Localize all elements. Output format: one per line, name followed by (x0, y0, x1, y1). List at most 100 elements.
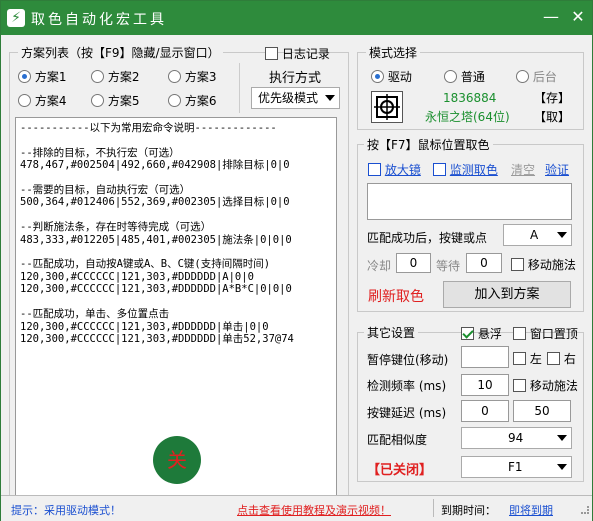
scheme-radio-1[interactable]: 方案1 (18, 68, 66, 85)
scheme-label: 方案2 (107, 70, 140, 84)
divider (239, 63, 240, 113)
radio-icon[interactable] (18, 70, 31, 83)
float-label: 悬浮 (477, 327, 502, 341)
scheme-label: 方案1 (34, 70, 67, 84)
radio-icon[interactable] (168, 70, 181, 83)
pause-right-checkbox[interactable]: 右 (547, 350, 576, 367)
pin-window-box[interactable] (513, 327, 526, 340)
pin-window-label: 窗口置顶 (529, 327, 578, 341)
hotkey-value: F1 (508, 460, 523, 474)
close-button[interactable]: ✕ (568, 7, 588, 27)
mode-label: 驱动 (387, 70, 412, 84)
exec-mode-label: 执行方式 (269, 71, 322, 86)
status-divider (433, 499, 434, 517)
macro-editor-text[interactable]: -----------以下为常用宏命令说明------------- --排除的… (16, 118, 336, 349)
add-to-scheme-button[interactable]: 加入到方案 (443, 281, 571, 308)
tutorial-link[interactable]: 点击查看使用教程及演示视频！ (237, 502, 391, 518)
similarity-value: 94 (508, 431, 524, 445)
process-name: 永恒之塔(64位) (425, 110, 510, 124)
status-hint: 提示：采用驱动模式！ (11, 504, 121, 517)
float-checkbox-box[interactable] (461, 327, 474, 340)
pause-key-input[interactable] (461, 346, 509, 368)
radio-icon[interactable] (168, 94, 181, 107)
chevron-down-icon (557, 464, 567, 470)
verify-link[interactable]: 验证 (545, 161, 569, 178)
magnifier-checkbox-box[interactable] (368, 163, 381, 176)
log-checkbox-label: 日志记录 (281, 47, 330, 61)
pause-right-box[interactable] (547, 352, 560, 365)
chevron-down-icon (325, 95, 335, 101)
scheme-label: 方案3 (184, 70, 217, 84)
chevron-down-icon (557, 435, 567, 441)
toggle-float-button[interactable]: 关 (153, 436, 201, 484)
scheme-label: 方案6 (184, 94, 217, 108)
scheme-radio-2[interactable]: 方案2 (91, 68, 139, 85)
mode-radio-normal[interactable]: 普通 (444, 68, 485, 85)
key-select-value: A (530, 228, 539, 242)
similarity-select[interactable]: 94 (461, 427, 572, 449)
settings-move-cast-label: 移动施法 (529, 379, 578, 393)
key-delay-max-input[interactable]: 50 (513, 400, 571, 422)
cooldown-input[interactable]: 0 (396, 253, 431, 273)
detect-frequency-input[interactable]: 10 (461, 374, 509, 396)
scheme-label: 方案4 (34, 94, 67, 108)
scheme-radio-4[interactable]: 方案4 (18, 92, 66, 109)
window-title: 取色自动化宏工具 (31, 12, 167, 28)
refresh-color-link[interactable]: 刷新取色 (368, 286, 424, 306)
radio-icon[interactable] (444, 70, 457, 83)
status-bar: 提示：采用驱动模式！ 点击查看使用教程及演示视频！ 到期时间： 即将到期 (1, 495, 592, 521)
settings-group-title: 其它设置 (364, 324, 419, 341)
minimize-button[interactable]: — (541, 7, 561, 27)
radio-icon[interactable] (18, 94, 31, 107)
resize-grip-icon[interactable] (581, 506, 589, 514)
monitor-checkbox-box[interactable] (433, 163, 446, 176)
settings-move-cast-box[interactable] (513, 379, 526, 392)
radio-icon[interactable] (516, 70, 529, 83)
pick-move-cast-label: 移动施法 (527, 258, 576, 272)
key-delay-min-input[interactable]: 0 (461, 400, 509, 422)
pause-left-checkbox[interactable]: 左 (513, 350, 542, 367)
renew-link[interactable]: 即将到期 (509, 502, 553, 518)
magnifier-label[interactable]: 放大镜 (385, 163, 421, 177)
float-checkbox[interactable]: 悬浮 (461, 325, 502, 342)
pick-move-cast-checkbox[interactable]: 移动施法 (511, 256, 576, 273)
radio-icon[interactable] (371, 70, 384, 83)
radio-icon[interactable] (91, 94, 104, 107)
chevron-down-icon (557, 232, 567, 238)
log-checkbox-box[interactable] (265, 47, 278, 60)
crosshair-target-icon[interactable] (371, 91, 403, 123)
macro-editor[interactable]: -----------以下为常用宏命令说明------------- --排除的… (15, 117, 337, 501)
pick-move-cast-box[interactable] (511, 258, 524, 271)
hotkey-select[interactable]: F1 (461, 456, 572, 478)
color-data-field[interactable] (367, 183, 572, 220)
key-delay-label: 按键延迟 (ms) (367, 406, 447, 420)
after-match-label: 匹配成功后，按键或点 (367, 231, 488, 245)
magnifier-checkbox[interactable]: 放大镜 (368, 161, 421, 178)
monitor-checkbox[interactable]: 监测取色 (433, 161, 498, 178)
scheme-radio-5[interactable]: 方案5 (91, 92, 139, 109)
mode-radio-driver[interactable]: 驱动 (371, 68, 412, 85)
lightning-icon: ⚡ (7, 9, 25, 27)
clear-link[interactable]: 清空 (511, 161, 535, 178)
wait-input[interactable]: 0 (466, 253, 502, 273)
scheme-radio-6[interactable]: 方案6 (168, 92, 216, 109)
detect-frequency-label: 检测频率 (ms) (367, 379, 447, 393)
title-bar[interactable]: ⚡ 取色自动化宏工具 — ✕ (1, 1, 592, 35)
exec-mode-value: 优先级模式 (258, 91, 319, 105)
monitor-label[interactable]: 监测取色 (450, 163, 498, 177)
key-select[interactable]: A (503, 224, 572, 246)
radio-icon[interactable] (91, 70, 104, 83)
mode-radio-background[interactable]: 后台 (516, 68, 557, 85)
pause-left-box[interactable] (513, 352, 526, 365)
settings-move-cast-checkbox[interactable]: 移动施法 (513, 377, 578, 394)
mode-label: 后台 (532, 70, 557, 84)
exec-mode-select[interactable]: 优先级模式 (251, 87, 340, 109)
scheme-radio-3[interactable]: 方案3 (168, 68, 216, 85)
similarity-label: 匹配相似度 (367, 433, 428, 447)
verify-link-text[interactable]: 验证 (545, 163, 569, 177)
color-pick-group-title: 按【F7】鼠标位置取色 (364, 136, 493, 153)
pin-window-checkbox[interactable]: 窗口置顶 (513, 325, 578, 342)
load-button[interactable]: 【取】 (534, 108, 570, 125)
log-checkbox[interactable]: 日志记录 (265, 45, 330, 62)
save-button[interactable]: 【存】 (534, 89, 570, 106)
